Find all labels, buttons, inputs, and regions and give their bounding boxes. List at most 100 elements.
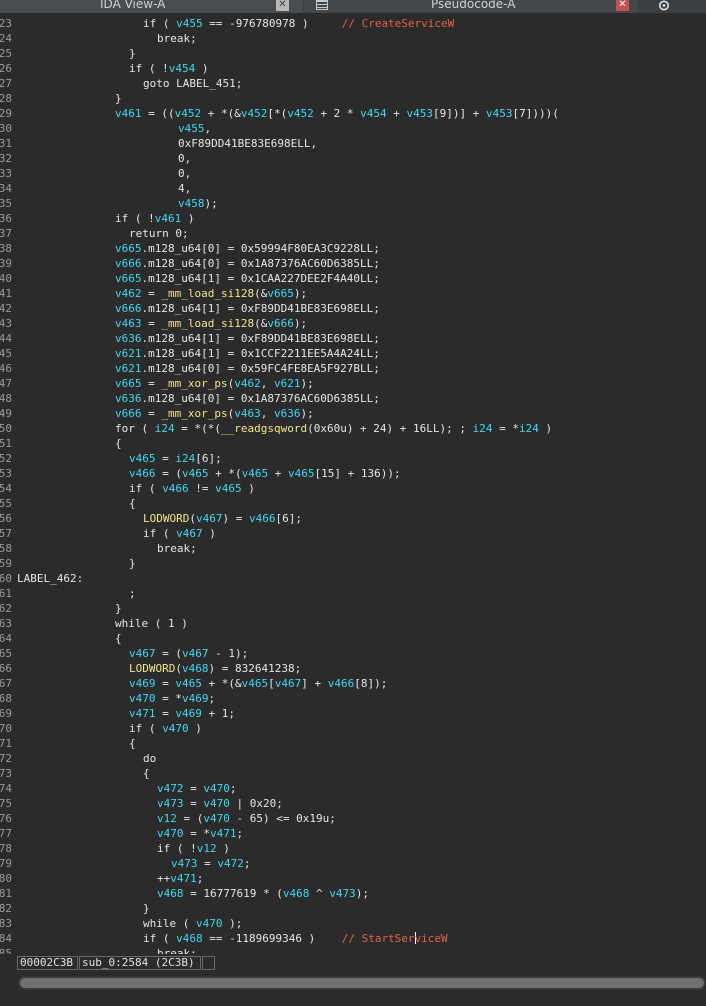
code-line[interactable]: 54 if ( v466 != v465 ) bbox=[0, 481, 706, 496]
code-line[interactable]: 53 v466 = (v465 + *(v465 + v465[15] + 136… bbox=[0, 466, 706, 481]
code-line[interactable]: 52 v465 = i24[6]; bbox=[0, 451, 706, 466]
code-line[interactable]: 77 v470 = *v471; bbox=[0, 826, 706, 841]
code-line[interactable]: 82} bbox=[0, 901, 706, 916]
variable-token: v666 bbox=[115, 257, 142, 270]
code-line[interactable]: 39 v666.m128_u64[0] = 0x1A87376AC60D6385L… bbox=[0, 256, 706, 271]
code-text: if ( !v454 ) bbox=[129, 61, 209, 76]
code-line[interactable]: 62} bbox=[0, 601, 706, 616]
code-line[interactable]: 34 4, bbox=[0, 181, 706, 196]
code-line[interactable]: 79 v473 = v472; bbox=[0, 856, 706, 871]
code-line[interactable]: 37 return 0; bbox=[0, 226, 706, 241]
horizontal-scrollbar[interactable] bbox=[18, 976, 706, 990]
code-line[interactable]: 41 v462 = _mm_load_si128(&v665); bbox=[0, 286, 706, 301]
line-number: 71 bbox=[0, 736, 12, 751]
code-line[interactable]: 75 v473 = v470 | 0x20; bbox=[0, 796, 706, 811]
code-line[interactable]: 72 do bbox=[0, 751, 706, 766]
code-line[interactable]: 44 v636.m128_u64[1] = 0xF89DD41BE83E698EL… bbox=[0, 331, 706, 346]
code-line[interactable]: 58 break; bbox=[0, 541, 706, 556]
code-line[interactable]: 29 v461 = ((v452 + *(&v452[*(v452 + 2 * v… bbox=[0, 106, 706, 121]
code-line[interactable]: 35 v458); bbox=[0, 196, 706, 211]
code-text: while ( v470 ); bbox=[143, 916, 242, 931]
tab-ida-view[interactable]: IDA View-A ✕ bbox=[0, 0, 303, 13]
code-line[interactable]: 71 { bbox=[0, 736, 706, 751]
line-number: 33 bbox=[0, 166, 12, 181]
code-line[interactable]: 45 v621.m128_u64[1] = 0x1CCF2211EE5A4A24L… bbox=[0, 346, 706, 361]
close-icon[interactable]: ✕ bbox=[616, 0, 629, 11]
code-token: if ( ! bbox=[115, 212, 155, 225]
line-number-text: 67 bbox=[0, 677, 12, 690]
code-line[interactable]: 83 while ( v470 ); bbox=[0, 916, 706, 931]
code-token: ) bbox=[195, 62, 209, 75]
code-line[interactable]: 49 v666 = _mm_xor_ps(v463, v636); bbox=[0, 406, 706, 421]
code-line[interactable]: 47 v665 = _mm_xor_ps(v462, v621); bbox=[0, 376, 706, 391]
code-line[interactable]: 78 if ( !v12 ) bbox=[0, 841, 706, 856]
code-line[interactable]: 73 { bbox=[0, 766, 706, 781]
variable-token: v636 bbox=[115, 392, 142, 405]
code-line[interactable]: 76 v12 = (v470 - 65) <= 0x19u; bbox=[0, 811, 706, 826]
code-line[interactable]: 46 v621.m128_u64[0] = 0x59FC4FE8EA5F927BL… bbox=[0, 361, 706, 376]
code-line[interactable]: 80 ++v471; bbox=[0, 871, 706, 886]
line-number-text: 41 bbox=[0, 287, 12, 300]
code-line[interactable]: 40 v665.m128_u64[1] = 0x1CAA227DEE2F4A40L… bbox=[0, 271, 706, 286]
code-line[interactable]: 56 LODWORD(v467) = v466[6]; bbox=[0, 511, 706, 526]
line-number: 58 bbox=[0, 541, 12, 556]
close-icon[interactable]: ✕ bbox=[276, 0, 289, 11]
code-line[interactable]: 36 if ( !v461 ) bbox=[0, 211, 706, 226]
code-line[interactable]: 74 v472 = v470; bbox=[0, 781, 706, 796]
code-line[interactable]: 85 break; bbox=[0, 946, 706, 954]
line-number: 50 bbox=[0, 421, 12, 436]
code-line[interactable]: 68 v470 = *v469; bbox=[0, 691, 706, 706]
code-line[interactable]: 23 if ( v455 == -976780978 ) // CreateSer… bbox=[0, 16, 706, 31]
line-number: 48 bbox=[0, 391, 12, 406]
code-line[interactable]: 84 if ( v468 == -1189699346 ) // StartSer… bbox=[0, 931, 706, 946]
code-line[interactable]: 60 LABEL_462: bbox=[0, 571, 706, 586]
code-text: v458); bbox=[178, 196, 218, 211]
line-number-text: 65 bbox=[0, 647, 12, 660]
code-line[interactable]: 59} bbox=[0, 556, 706, 571]
line-number-text: 56 bbox=[0, 512, 12, 525]
code-line[interactable]: 43 v463 = _mm_load_si128(&v666); bbox=[0, 316, 706, 331]
code-line[interactable]: 31 0xF89DD41BE83E698ELL, bbox=[0, 136, 706, 151]
code-line[interactable]: 48 v636.m128_u64[0] = 0x1A87376AC60D6385L… bbox=[0, 391, 706, 406]
code-line[interactable]: 81 v468 = 16777619 * (v468 ^ v473); bbox=[0, 886, 706, 901]
code-line[interactable]: 65 v467 = (v467 - 1); bbox=[0, 646, 706, 661]
code-line[interactable]: 61; bbox=[0, 586, 706, 601]
code-line[interactable]: 32 0, bbox=[0, 151, 706, 166]
code-line[interactable]: 28} bbox=[0, 91, 706, 106]
code-line[interactable]: 24 break; bbox=[0, 31, 706, 46]
code-line[interactable]: 33 0, bbox=[0, 166, 706, 181]
code-line[interactable]: 63 while ( 1 ) bbox=[0, 616, 706, 631]
code-token: while ( 1 ) bbox=[115, 617, 188, 630]
sync-icon[interactable] bbox=[657, 0, 671, 11]
variable-token: v463 bbox=[234, 407, 261, 420]
line-number: 65 bbox=[0, 646, 12, 661]
code-line[interactable]: 42 v666.m128_u64[1] = 0xF89DD41BE83E698EL… bbox=[0, 301, 706, 316]
code-line[interactable]: 30 v455, bbox=[0, 121, 706, 136]
code-line[interactable]: 50 for ( i24 = *(*(__readgsqword(0x60u) +… bbox=[0, 421, 706, 436]
code-line[interactable]: 69 v471 = v469 + 1; bbox=[0, 706, 706, 721]
tab-pseudocode[interactable]: Pseudocode-A ✕ bbox=[304, 0, 638, 13]
line-number-text: 35 bbox=[0, 197, 12, 210]
variable-token: v452 bbox=[240, 107, 268, 120]
code-line[interactable]: 26 if ( !v454 ) bbox=[0, 61, 706, 76]
code-line[interactable]: 27 goto LABEL_451; bbox=[0, 76, 706, 91]
scrollbar-thumb[interactable] bbox=[20, 978, 704, 988]
code-line[interactable]: 57 if ( v467 ) bbox=[0, 526, 706, 541]
code-token: ) = 832641238; bbox=[208, 662, 302, 675]
code-line[interactable]: 51 { bbox=[0, 436, 706, 451]
code-line[interactable]: 70 if ( v470 ) bbox=[0, 721, 706, 736]
variable-token: v621 bbox=[115, 362, 142, 375]
code-line[interactable]: 64 { bbox=[0, 631, 706, 646]
variable-token: v621 bbox=[273, 377, 301, 390]
pseudocode-view[interactable]: 23 if ( v455 == -976780978 ) // CreateSer… bbox=[0, 16, 706, 954]
code-line[interactable]: 38 v665.m128_u64[0] = 0x59994F80EA3C9228L… bbox=[0, 241, 706, 256]
line-number-text: 52 bbox=[0, 452, 12, 465]
code-line[interactable]: 67 v469 = v465 + *(&v465[v467] + v466[8])… bbox=[0, 676, 706, 691]
code-token: if ( ! bbox=[157, 842, 197, 855]
code-line[interactable]: 66 LODWORD(v468) = 832641238; bbox=[0, 661, 706, 676]
variable-token: v465 bbox=[175, 677, 202, 690]
code-token: ) bbox=[202, 527, 216, 540]
code-line[interactable]: 25} bbox=[0, 46, 706, 61]
code-token: .m128_u64[0] = 0x59994F80EA3C9228LL; bbox=[141, 242, 380, 255]
code-line[interactable]: 55 { bbox=[0, 496, 706, 511]
